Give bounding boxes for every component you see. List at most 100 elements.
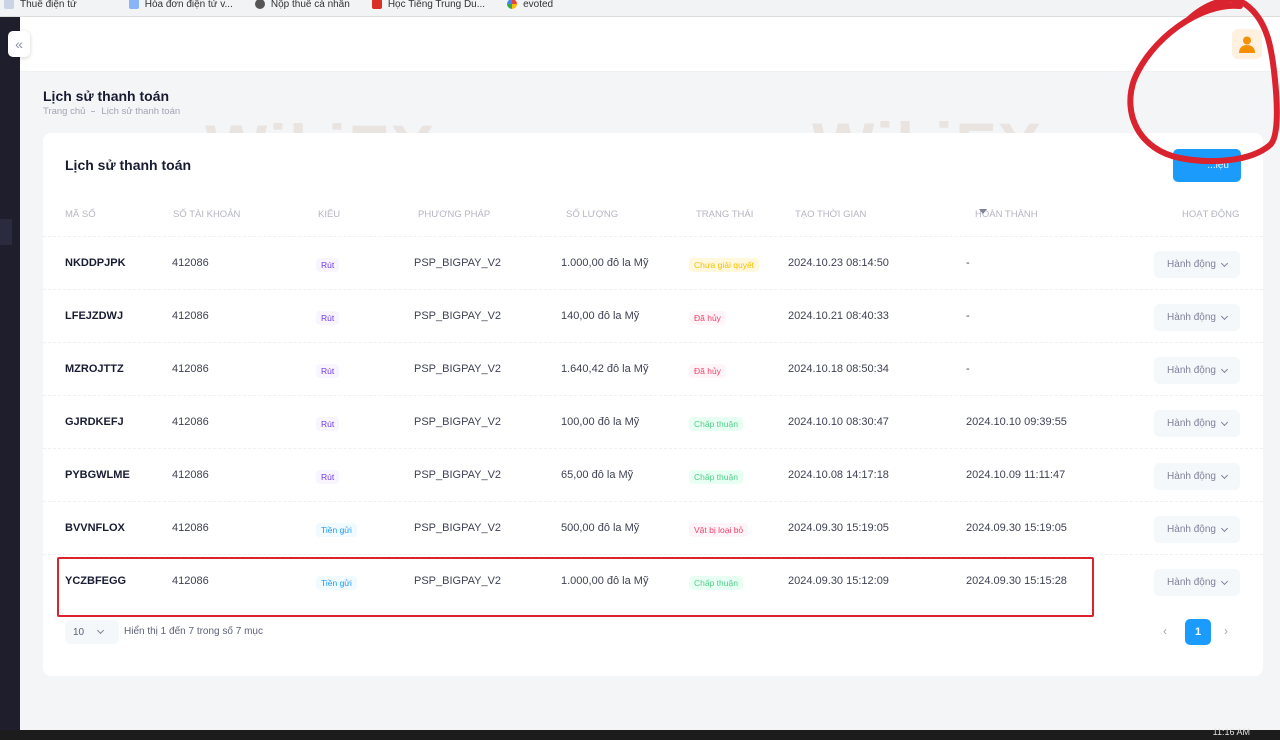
- type-badge: Rút: [316, 364, 340, 378]
- column-header-type[interactable]: Kiểu: [318, 209, 340, 220]
- card-title: Lịch sử thanh toán: [65, 157, 192, 173]
- completed-time: -: [966, 310, 970, 322]
- page-button-current[interactable]: 1: [1185, 619, 1211, 645]
- breadcrumb-current: Lịch sử thanh toán: [101, 106, 181, 117]
- action-dropdown-button[interactable]: Hành động: [1154, 251, 1240, 278]
- payment-code: LFEJZDWJ: [65, 310, 124, 322]
- amount: 1.000,00 đô la Mỹ: [561, 575, 649, 587]
- bookmark-item[interactable]: Thuế điện tử: [4, 0, 77, 10]
- payment-method: PSP_BIGPAY_V2: [414, 522, 502, 534]
- table-row: NKDDPJPK 412086 Rút PSP_BIGPAY_V2 1.000,00 đ…: [43, 236, 1263, 289]
- next-page-button[interactable]: ›: [1224, 624, 1228, 638]
- column-header-account[interactable]: Số tài khoản: [173, 209, 240, 220]
- account-number: 412086: [172, 257, 209, 269]
- created-time: 2024.10.21 08:40:33: [788, 310, 889, 322]
- os-taskbar: 11:16 AM: [0, 727, 1280, 740]
- table-row: YCZBFEGG 412086 Tiền gửi PSP_BIGPAY_V2 1.000…: [43, 554, 1263, 607]
- table-header: Mã số Số tài khoản Kiểu Phương pháp Số l…: [65, 209, 1240, 220]
- payment-method: PSP_BIGPAY_V2: [414, 310, 502, 322]
- created-time: 2024.09.30 15:19:05: [788, 522, 889, 534]
- bookmark-item[interactable]: Học Tiếng Trung Du...: [371, 0, 485, 10]
- created-time: 2024.10.18 08:50:34: [788, 363, 889, 375]
- chevron-down-icon: [1220, 471, 1229, 479]
- status-badge: Chấp thuận: [689, 470, 743, 484]
- type-badge: Rút: [316, 311, 340, 325]
- payment-method: PSP_BIGPAY_V2: [414, 257, 502, 269]
- created-time: 2024.09.30 15:12:09: [788, 575, 889, 587]
- column-header-status[interactable]: Trạng thái: [696, 209, 753, 220]
- payment-code: MZROJTTZ: [65, 363, 124, 375]
- table-row: GJRDKEFJ 412086 Rút PSP_BIGPAY_V2 100,00 đô …: [43, 395, 1263, 448]
- chevron-down-icon: [1220, 524, 1229, 532]
- account-number: 412086: [172, 575, 209, 587]
- sort-desc-icon: [979, 209, 987, 214]
- payment-code: PYBGWLME: [65, 469, 130, 481]
- table-row: LFEJZDWJ 412086 Rút PSP_BIGPAY_V2 140,00 đô …: [43, 289, 1263, 342]
- page-size-select[interactable]: 10: [65, 620, 119, 644]
- google-icon: [507, 0, 518, 9]
- completed-time: -: [966, 363, 970, 375]
- bookmarks-bar: Thuế điện tử Hóa đơn điện tử v... Nộp th…: [0, 0, 1280, 17]
- user-avatar[interactable]: [1232, 29, 1262, 59]
- completed-time: 2024.10.09 11:11:47: [966, 469, 1066, 481]
- action-dropdown-button[interactable]: Hành động: [1154, 304, 1240, 331]
- created-time: 2024.10.23 08:14:50: [788, 257, 889, 269]
- bookmark-item[interactable]: Nộp thuế cá nhân: [254, 0, 350, 10]
- app-header: [20, 17, 1280, 72]
- bookmark-item[interactable]: evoted: [507, 0, 553, 10]
- completed-time: 2024.09.30 15:15:28: [966, 575, 1067, 587]
- sidebar-collapse-button[interactable]: «: [8, 31, 30, 57]
- table-row: PYBGWLME 412086 Rút PSP_BIGPAY_V2 65,00 đô l…: [43, 448, 1263, 501]
- user-icon: [1239, 36, 1255, 53]
- payment-code: GJRDKEFJ: [65, 416, 124, 428]
- action-dropdown-button[interactable]: Hành động: [1154, 410, 1240, 437]
- type-badge: Rút: [316, 258, 340, 272]
- action-dropdown-button[interactable]: Hành động: [1154, 463, 1240, 490]
- table-row: BVVNFLOX 412086 Tiền gửi PSP_BIGPAY_V2 500,0…: [43, 501, 1263, 554]
- account-number: 412086: [172, 469, 209, 481]
- payment-history-card: Lịch sử thanh toán ...iệu Mã số Số tài k…: [43, 133, 1263, 676]
- sidebar-active-item[interactable]: [0, 219, 12, 245]
- column-header-created[interactable]: Tạo thời gian: [795, 209, 866, 220]
- column-header-actions: Hoạt động: [1182, 209, 1240, 220]
- chevron-down-icon: [1220, 365, 1229, 373]
- chevron-down-icon: [1220, 418, 1229, 426]
- action-dropdown-button[interactable]: Hành động: [1154, 516, 1240, 543]
- amount: 100,00 đô la Mỹ: [561, 416, 640, 428]
- bookmark-icon: [4, 0, 14, 9]
- type-badge: Tiền gửi: [316, 523, 357, 537]
- double-chevron-left-icon: «: [15, 36, 23, 52]
- payment-method: PSP_BIGPAY_V2: [414, 416, 502, 428]
- table-row: MZROJTTZ 412086 Rút PSP_BIGPAY_V2 1.640,42 đ…: [43, 342, 1263, 395]
- card-action-button[interactable]: ...iệu: [1173, 149, 1241, 182]
- column-header-amount[interactable]: Số lượng: [566, 209, 618, 220]
- bookmark-item[interactable]: Hóa đơn điện tử v...: [128, 0, 233, 10]
- breadcrumb-home-link[interactable]: Trang chủ: [43, 106, 85, 117]
- prev-page-button[interactable]: ‹: [1163, 624, 1167, 638]
- status-badge: Vật bị loại bỏ: [689, 523, 749, 537]
- completed-time: -: [966, 257, 970, 269]
- amount: 500,00 đô la Mỹ: [561, 522, 640, 534]
- globe-icon: [254, 0, 265, 9]
- action-dropdown-button[interactable]: Hành động: [1154, 569, 1240, 596]
- status-badge: Chưa giải quyết: [689, 258, 760, 272]
- page-title: Lịch sử thanh toán: [43, 88, 170, 104]
- status-badge: Chấp thuận: [689, 417, 743, 431]
- type-badge: Rút: [316, 417, 340, 431]
- column-header-code[interactable]: Mã số: [65, 209, 96, 220]
- taskbar-clock: 11:16 AM: [1212, 727, 1250, 737]
- breadcrumb-separator: [91, 111, 96, 112]
- status-badge: Đã hủy: [689, 311, 726, 325]
- chevron-down-icon: [97, 626, 105, 635]
- payment-code: YCZBFEGG: [65, 575, 127, 587]
- payment-code: BVVNFLOX: [65, 522, 125, 534]
- payment-method: PSP_BIGPAY_V2: [414, 575, 502, 587]
- pagination-info: Hiển thị 1 đến 7 trong số 7 mục: [124, 626, 263, 637]
- action-dropdown-button[interactable]: Hành động: [1154, 357, 1240, 384]
- payment-method: PSP_BIGPAY_V2: [414, 469, 502, 481]
- type-badge: Rút: [316, 470, 340, 484]
- account-number: 412086: [172, 363, 209, 375]
- status-badge: Đã hủy: [689, 364, 726, 378]
- column-header-method[interactable]: Phương pháp: [418, 209, 490, 220]
- created-time: 2024.10.08 14:17:18: [788, 469, 889, 481]
